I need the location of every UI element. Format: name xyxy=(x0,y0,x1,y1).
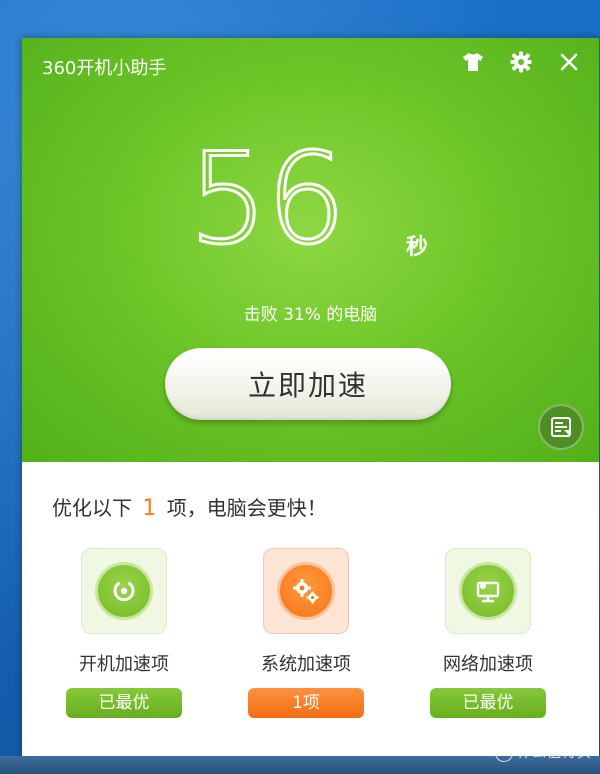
accelerate-now-button[interactable]: 立即加速 xyxy=(165,348,451,420)
tshirt-icon xyxy=(463,53,483,71)
category-network-tile[interactable] xyxy=(445,548,531,634)
close-icon xyxy=(560,53,578,71)
category-boot-status[interactable]: 已最优 xyxy=(66,688,182,718)
skin-button[interactable] xyxy=(460,49,486,75)
power-icon xyxy=(113,582,135,602)
report-icon xyxy=(551,417,571,437)
optimize-panel: 优化以下 1 项，电脑会更快！ 开机加速项 已最优 系统加速项 1项 网络加速项… xyxy=(22,462,599,756)
category-network-status[interactable]: 已最优 xyxy=(430,688,546,718)
category-network-label: 网络加速项 xyxy=(443,654,533,675)
watermark-badge: 值 xyxy=(495,744,513,762)
gear-icon xyxy=(510,51,532,73)
summary-prefix: 优化以下 xyxy=(52,496,132,520)
category-boot-tile[interactable] xyxy=(81,548,167,634)
report-button[interactable] xyxy=(538,404,584,450)
category-system-status[interactable]: 1项 xyxy=(248,688,364,718)
summary-count: 1 xyxy=(142,496,157,521)
summary-suffix: 项，电脑会更快！ xyxy=(166,496,327,520)
category-boot-circle xyxy=(95,562,153,620)
hero-panel: 360开机小助手 56 秒 击败 31% 的电脑 立即加速 xyxy=(22,38,599,462)
boot-time-value: 56 xyxy=(186,124,347,274)
category-network: 网络加速项 已最优 xyxy=(408,548,568,718)
optimize-summary: 优化以下 1 项，电脑会更快！ xyxy=(52,492,327,521)
category-network-circle xyxy=(459,562,517,620)
app-window: 360开机小助手 56 秒 击败 31% 的电脑 立即加速 优化以下 1 项，电… xyxy=(22,38,599,756)
settings-button[interactable] xyxy=(508,49,534,75)
gears-icon xyxy=(293,579,319,604)
watermark-text: 什么值得买 xyxy=(517,745,592,761)
category-system-tile[interactable] xyxy=(263,548,349,634)
network-monitor-icon xyxy=(476,581,500,603)
category-boot-label: 开机加速项 xyxy=(79,654,169,675)
watermark: 值什么值得买 xyxy=(495,742,592,762)
category-system: 系统加速项 1项 xyxy=(226,548,386,718)
category-boot: 开机加速项 已最优 xyxy=(44,548,204,718)
category-system-label: 系统加速项 xyxy=(261,654,351,675)
close-button[interactable] xyxy=(556,49,582,75)
boot-time-unit: 秒 xyxy=(406,235,429,260)
app-title: 360开机小助手 xyxy=(42,58,167,79)
category-system-circle xyxy=(277,562,335,620)
beat-percentage-text: 击败 31% 的电脑 xyxy=(243,305,378,325)
